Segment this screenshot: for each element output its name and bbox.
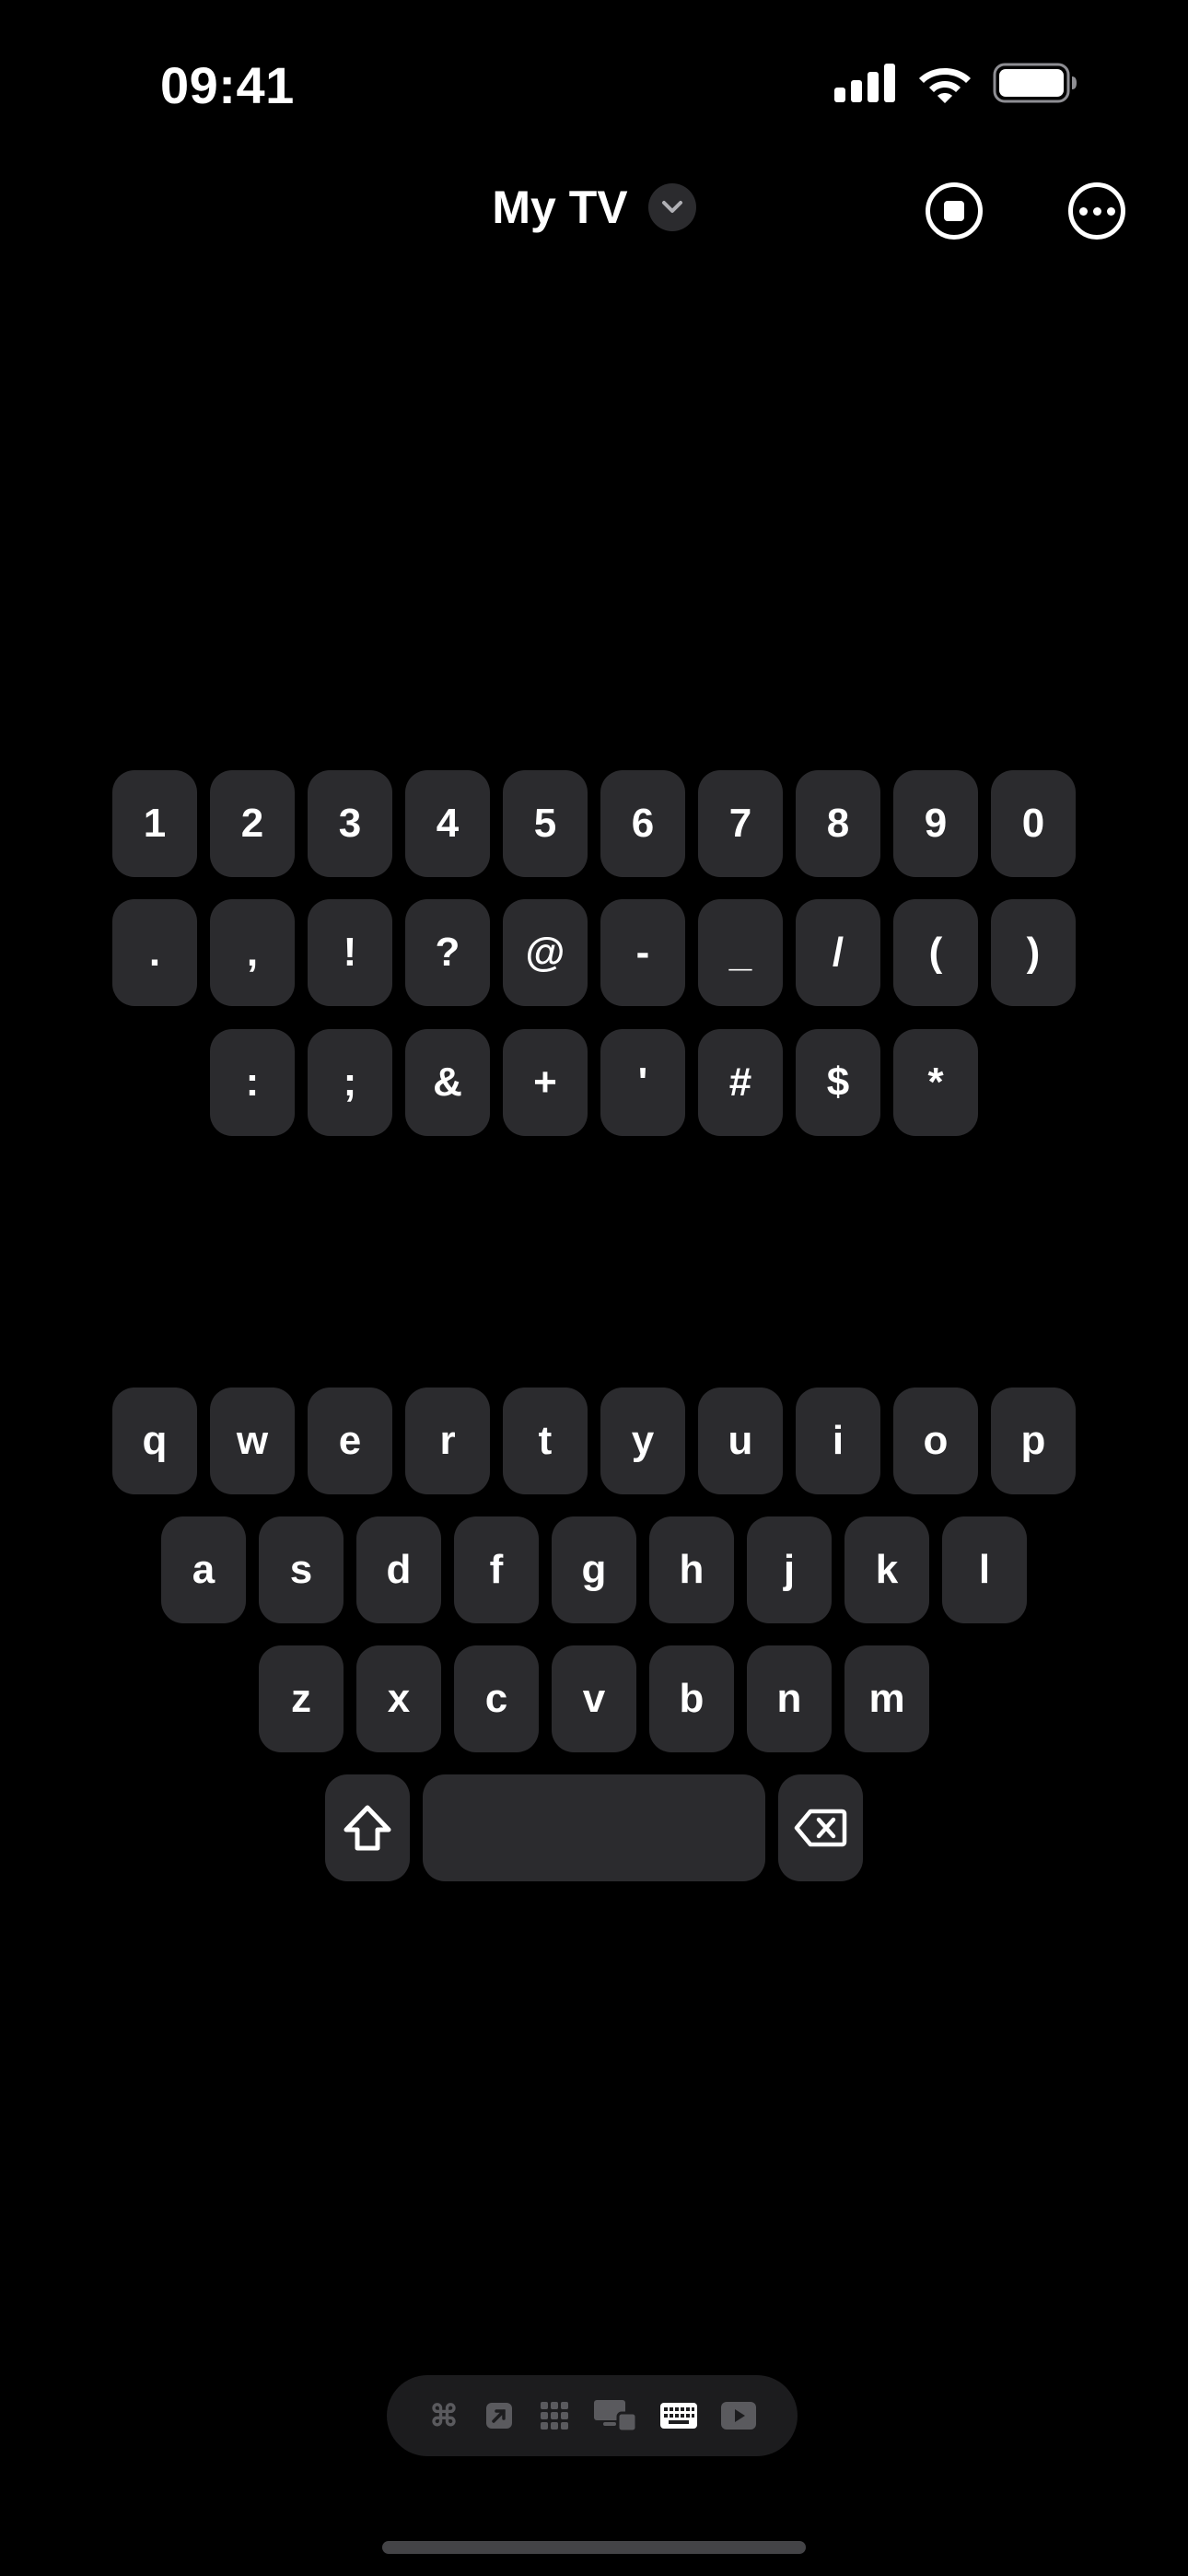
key-8[interactable]: 8 [796, 770, 880, 877]
key-l[interactable]: l [942, 1516, 1027, 1623]
key-plus[interactable]: + [503, 1029, 588, 1136]
key-u[interactable]: u [698, 1388, 783, 1494]
key-comma[interactable]: , [210, 899, 295, 1006]
key-hyphen[interactable]: - [600, 899, 685, 1006]
more-button[interactable] [1068, 182, 1125, 240]
key-3[interactable]: 3 [308, 770, 392, 877]
key-e[interactable]: e [308, 1388, 392, 1494]
key-j[interactable]: j [747, 1516, 832, 1623]
symbols-row-2: : ; & + ' # $ * [0, 1029, 1188, 1136]
key-i[interactable]: i [796, 1388, 880, 1494]
backspace-key[interactable] [778, 1774, 863, 1881]
bottom-dock: ⌘ [387, 2375, 798, 2456]
chevron-down-icon[interactable] [647, 183, 696, 231]
key-2[interactable]: 2 [210, 770, 295, 877]
letters-row-2: a s d f g h j k l [0, 1516, 1188, 1623]
key-ampersand[interactable]: & [405, 1029, 490, 1136]
battery-icon [993, 63, 1077, 103]
key-k[interactable]: k [844, 1516, 929, 1623]
key-4[interactable]: 4 [405, 770, 490, 877]
letters-row-3: z x c v b n m [0, 1645, 1188, 1752]
key-underscore[interactable]: _ [698, 899, 783, 1006]
status-time: 09:41 [160, 56, 295, 114]
key-period[interactable]: . [112, 899, 197, 1006]
backspace-icon [794, 1809, 847, 1847]
key-a[interactable]: a [161, 1516, 246, 1623]
key-open-paren[interactable]: ( [893, 899, 978, 1006]
key-h[interactable]: h [649, 1516, 734, 1623]
play-icon[interactable] [721, 2400, 756, 2431]
stop-button[interactable] [926, 182, 983, 240]
key-hash[interactable]: # [698, 1029, 783, 1136]
key-close-paren[interactable]: ) [991, 899, 1076, 1006]
key-7[interactable]: 7 [698, 770, 783, 877]
key-r[interactable]: r [405, 1388, 490, 1494]
key-f[interactable]: f [454, 1516, 539, 1623]
key-y[interactable]: y [600, 1388, 685, 1494]
special-keys-row [0, 1774, 1188, 1881]
key-d[interactable]: d [356, 1516, 441, 1623]
key-x[interactable]: x [356, 1645, 441, 1752]
wifi-icon [919, 68, 971, 103]
key-5[interactable]: 5 [503, 770, 588, 877]
shift-key[interactable] [325, 1774, 410, 1881]
space-key[interactable] [423, 1774, 765, 1881]
key-w[interactable]: w [210, 1388, 295, 1494]
letters-row-1: q w e r t y u i o p [0, 1388, 1188, 1494]
key-0[interactable]: 0 [991, 770, 1076, 877]
key-at[interactable]: @ [503, 899, 588, 1006]
keyboard-icon[interactable] [660, 2400, 697, 2431]
key-t[interactable]: t [503, 1388, 588, 1494]
arrow-box-icon[interactable] [483, 2400, 515, 2431]
key-b[interactable]: b [649, 1645, 734, 1752]
key-6[interactable]: 6 [600, 770, 685, 877]
key-9[interactable]: 9 [893, 770, 978, 877]
key-1[interactable]: 1 [112, 770, 197, 877]
devices-icon[interactable] [594, 2400, 636, 2431]
key-p[interactable]: p [991, 1388, 1076, 1494]
numbers-row: 1 2 3 4 5 6 7 8 9 0 [0, 770, 1188, 877]
key-g[interactable]: g [552, 1516, 636, 1623]
shift-icon [344, 1805, 391, 1851]
key-q[interactable]: q [112, 1388, 197, 1494]
page-title: My TV [492, 181, 628, 233]
command-icon[interactable]: ⌘ [428, 2399, 460, 2432]
key-z[interactable]: z [259, 1645, 344, 1752]
key-semicolon[interactable]: ; [308, 1029, 392, 1136]
key-n[interactable]: n [747, 1645, 832, 1752]
key-c[interactable]: c [454, 1645, 539, 1752]
key-v[interactable]: v [552, 1645, 636, 1752]
grid-icon[interactable] [539, 2400, 570, 2431]
key-dollar[interactable]: $ [796, 1029, 880, 1136]
device-selector[interactable]: My TV [0, 181, 1188, 234]
key-o[interactable]: o [893, 1388, 978, 1494]
key-question[interactable]: ? [405, 899, 490, 1006]
stop-icon [944, 201, 964, 221]
key-colon[interactable]: : [210, 1029, 295, 1136]
key-slash[interactable]: / [796, 899, 880, 1006]
home-indicator[interactable] [382, 2541, 806, 2554]
signal-icon [834, 64, 895, 102]
symbols-row-1: . , ! ? @ - _ / ( ) [0, 899, 1188, 1006]
key-s[interactable]: s [259, 1516, 344, 1623]
status-icons [834, 63, 1077, 103]
key-asterisk[interactable]: * [893, 1029, 978, 1136]
key-apostrophe[interactable]: ' [600, 1029, 685, 1136]
key-exclamation[interactable]: ! [308, 899, 392, 1006]
key-m[interactable]: m [844, 1645, 929, 1752]
more-icon [1077, 206, 1118, 216]
